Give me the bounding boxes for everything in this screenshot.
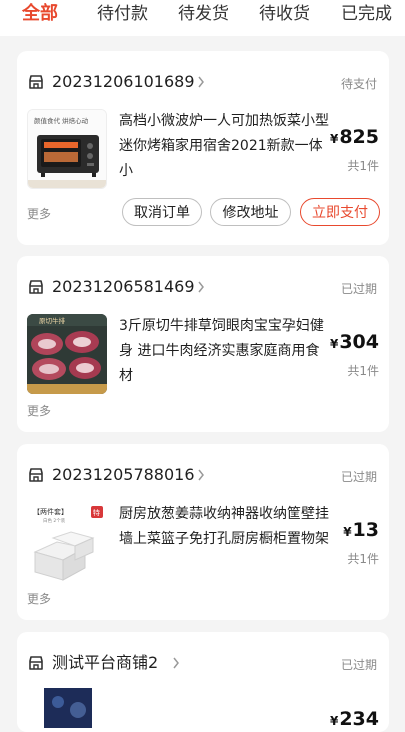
item-count: 共1件 — [347, 552, 379, 566]
thumb-badge: 特 — [93, 508, 100, 517]
currency-symbol: ¥ — [329, 132, 339, 146]
order-status: 已过期 — [340, 470, 377, 484]
product-title[interactable]: 厨房放葱姜蒜收纳神器收纳筐壁挂墙上菜篮子免打孔厨房橱柜置物架 — [119, 502, 329, 552]
order-price: ¥13 — [343, 519, 379, 541]
pay-now-button[interactable]: 立即支付 — [300, 198, 380, 226]
store-icon — [29, 656, 43, 670]
tab-pending-payment[interactable]: 待付款 — [97, 2, 148, 26]
store-icon — [29, 75, 43, 89]
chevron-right-icon[interactable] — [197, 469, 205, 481]
tab-pending-shipment[interactable]: 待发货 — [178, 2, 229, 26]
order-status: 待支付 — [340, 77, 377, 91]
product-image[interactable]: 颜值食代 烘焙心动 — [27, 109, 107, 189]
order-status: 已过期 — [340, 282, 377, 296]
price-value: 825 — [339, 126, 379, 148]
currency-symbol: ¥ — [329, 714, 339, 728]
product-image[interactable]: 【两件套】 白色 2个装 特 — [27, 502, 107, 582]
product-title[interactable]: 3斤原切牛排草饲眼肉宝宝孕妇健身 进口牛肉经济实惠家庭商用食材 — [119, 314, 329, 389]
product-title[interactable]: 高档小微波炉一人可加热饭菜小型迷你烤箱家用宿舍2021新款一体小 — [119, 109, 329, 184]
chevron-right-icon[interactable] — [197, 76, 205, 88]
tab-completed[interactable]: 已完成 — [341, 2, 392, 26]
store-name[interactable]: 测试平台商铺2 — [52, 652, 158, 674]
more-link[interactable]: 更多 — [27, 402, 51, 419]
change-address-button[interactable]: 修改地址 — [210, 198, 291, 226]
price-value: 13 — [352, 519, 379, 541]
order-price: ¥825 — [330, 126, 379, 148]
thumb-subtext: 白色 2个装 — [43, 517, 66, 524]
product-image[interactable]: 原切牛排 — [27, 314, 107, 394]
more-link[interactable]: 更多 — [27, 590, 51, 607]
cancel-order-button[interactable]: 取消订单 — [122, 198, 202, 226]
order-number[interactable]: 20231205788016 — [52, 464, 195, 486]
order-number[interactable]: 20231206101689 — [52, 71, 195, 93]
store-icon — [29, 468, 43, 482]
price-value: 304 — [339, 331, 379, 353]
tab-pending-receipt[interactable]: 待收货 — [259, 2, 310, 26]
order-card[interactable]: 测试平台商铺2 已过期 ¥234 — [17, 632, 389, 732]
order-card[interactable]: 20231206581469 已过期 原切牛排 3斤原切牛排草饲眼肉宝宝孕妇健身… — [17, 256, 389, 432]
currency-symbol: ¥ — [329, 337, 339, 351]
store-icon — [29, 280, 43, 294]
tab-all[interactable]: 全部 — [22, 2, 58, 26]
order-status-tabs: 全部 待付款 待发货 待收货 已完成 — [0, 0, 405, 36]
thumb-text: 【两件套】 — [33, 507, 68, 516]
thumb-text: 颜值食代 烘焙心动 — [34, 116, 89, 125]
order-number[interactable]: 20231206581469 — [52, 276, 195, 298]
order-status: 已过期 — [340, 658, 377, 672]
product-image[interactable] — [44, 688, 92, 728]
chevron-right-icon[interactable] — [197, 281, 205, 293]
order-price: ¥304 — [330, 331, 379, 353]
currency-symbol: ¥ — [343, 525, 352, 539]
more-link[interactable]: 更多 — [27, 205, 51, 222]
order-card[interactable]: 20231205788016 已过期 【两件套】 白色 2个装 特 厨房放葱姜蒜… — [17, 444, 389, 620]
item-count: 共1件 — [347, 159, 379, 173]
order-price: ¥234 — [330, 708, 379, 730]
chevron-right-icon[interactable] — [172, 657, 180, 669]
thumb-text: 原切牛排 — [39, 316, 66, 325]
price-value: 234 — [339, 708, 379, 730]
item-count: 共1件 — [347, 364, 379, 378]
order-card[interactable]: 20231206101689 待支付 颜值食代 烘焙心动 高档小微波炉一人可加热… — [17, 51, 389, 245]
